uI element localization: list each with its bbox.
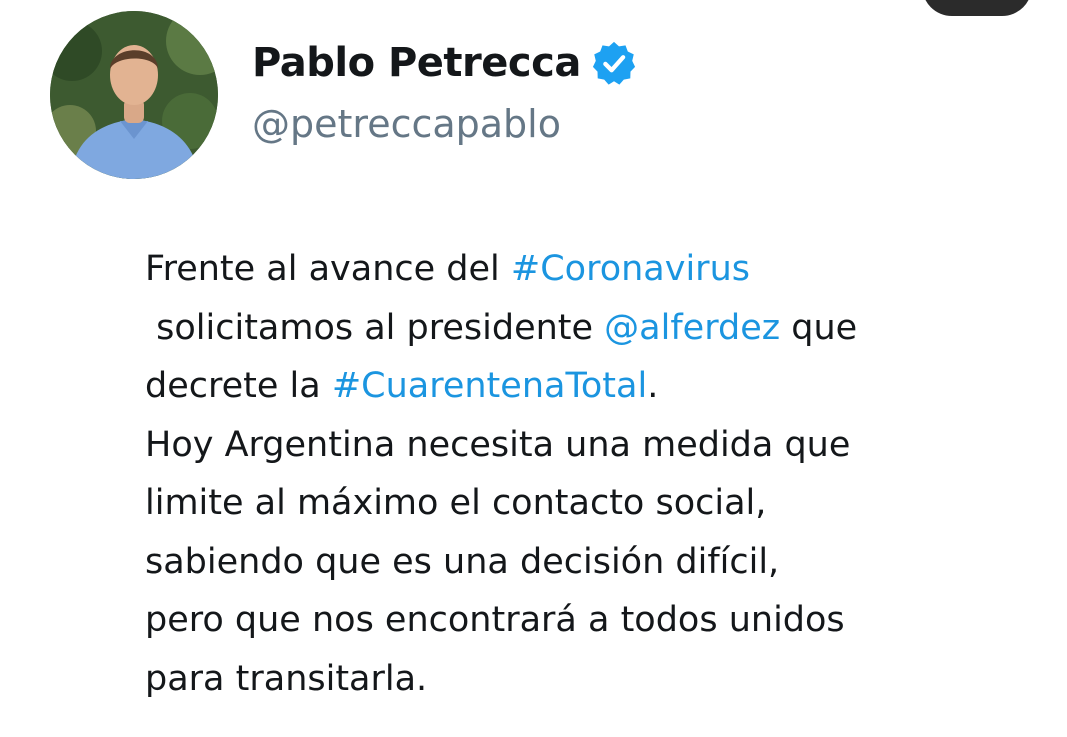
tweet-text: Frente al avance del #Coronavirus solici… — [145, 240, 1045, 708]
display-name[interactable]: Pablo Petrecca — [252, 40, 581, 86]
mention-alferdez-link[interactable]: @alferdez — [604, 308, 780, 348]
tweet-text-segment: que — [780, 307, 858, 348]
tweet-line: sabiendo que es una decisión difícil, — [145, 541, 780, 582]
hashtag-coronavirus-link[interactable]: #Coronavirus — [511, 249, 750, 289]
tweet-line: solicitamos al presidente @alferdez que — [145, 299, 1045, 358]
tweet-text-segment: decrete la — [145, 366, 332, 406]
tweet-line: Frente al avance del #Coronavirus — [145, 240, 1045, 299]
tweet-line: para transitarla. — [145, 658, 428, 699]
author-name-row: Pablo Petrecca — [252, 36, 637, 90]
tweet-text-segment: solicitamos al presidente — [145, 307, 605, 348]
verified-badge-icon — [592, 41, 635, 85]
tweet-line: Hoy Argentina necesita una medida que — [145, 424, 851, 465]
avatar-photo — [50, 11, 218, 179]
top-corner-overlay — [922, 0, 1032, 16]
hashtag-cuarentenatotal-link[interactable]: #CuarentenaTotal — [332, 366, 647, 406]
tweet-line: pero que nos encontrará a todos unidos — [145, 600, 845, 640]
avatar[interactable] — [50, 11, 218, 179]
tweet-text-segment: . — [647, 366, 659, 406]
tweet-line: limite al máximo el contacto social, — [145, 483, 767, 523]
tweet-text-segment: Frente al avance del — [145, 249, 511, 289]
user-handle[interactable]: @petreccapablo — [252, 102, 561, 146]
tweet-line: decrete la #CuarentenaTotal. — [145, 357, 1045, 416]
